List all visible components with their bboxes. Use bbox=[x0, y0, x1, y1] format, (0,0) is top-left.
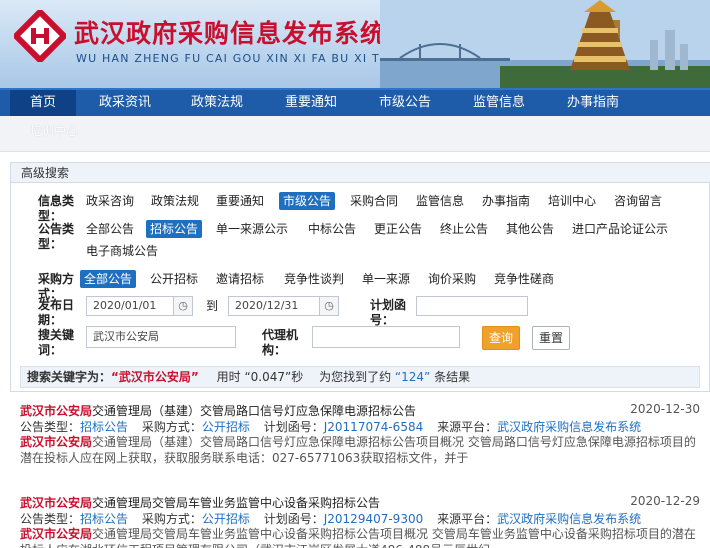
result-title-highlight: 武汉市公安局 bbox=[20, 496, 93, 510]
summary-time: 用时 “0.047”秒 bbox=[216, 370, 304, 384]
notice-type-label: 公告类型： bbox=[38, 222, 75, 251]
tower-skyline-icon bbox=[380, 0, 710, 88]
meta-label: 公告类型： bbox=[20, 420, 81, 434]
result-title[interactable]: 武汉市公安局交通管理局（基建）交管局路口信号灯应急保障电源招标公告 bbox=[20, 402, 620, 419]
result-plan-link[interactable]: J20129407-9300 bbox=[324, 512, 424, 526]
list-item: 武汉市公安局交通管理局交管局车管业务监管中心设备采购招标公告 2020-12-2… bbox=[20, 494, 700, 548]
info-type-option[interactable]: 政采咨询 bbox=[82, 192, 138, 210]
meta-label: 采购方式： bbox=[141, 512, 202, 526]
info-type-option-selected[interactable]: 市级公告 bbox=[279, 192, 336, 210]
panel-title: 高级搜索 bbox=[11, 163, 710, 183]
calendar-icon[interactable]: ◷ bbox=[319, 296, 339, 316]
nav-item-supervision[interactable]: 监管信息 bbox=[462, 90, 536, 116]
result-title-text: 交通管理局交管局车管业务监管中心设备采购招标公告 bbox=[92, 496, 381, 510]
result-title-highlight: 武汉市公安局 bbox=[20, 404, 93, 418]
result-desc-text: 交通管理局交管局车管业务监管中心设备采购招标公告项目概况 交管局车管业务监管中心… bbox=[20, 527, 696, 548]
calendar-icon[interactable]: ◷ bbox=[173, 296, 193, 316]
result-method-link[interactable]: 公开招标 bbox=[202, 420, 250, 434]
summary-prefix: 搜索关键字为： bbox=[27, 370, 112, 384]
nav-item-home[interactable]: 首页 bbox=[10, 90, 76, 116]
result-title[interactable]: 武汉市公安局交通管理局交管局车管业务监管中心设备采购招标公告 bbox=[20, 494, 620, 511]
site-subtitle: WU HAN ZHENG FU CAI GOU XIN XI FA BU XI … bbox=[76, 52, 409, 65]
info-type-option[interactable]: 咨询留言 bbox=[610, 192, 666, 210]
nav-item-guide[interactable]: 办事指南 bbox=[556, 90, 630, 116]
info-type-option[interactable]: 重要通知 bbox=[212, 192, 268, 210]
notice-type-option[interactable]: 进口产品论证公示 bbox=[568, 220, 672, 238]
site-title: 武汉政府采购信息发布系统 bbox=[74, 19, 387, 48]
notice-type-option[interactable]: 电子商城公告 bbox=[82, 242, 162, 260]
notice-type-option-selected[interactable]: 招标公告 bbox=[146, 220, 203, 238]
summary-count: “124” bbox=[394, 370, 431, 384]
result-source-link[interactable]: 武汉政府采购信息发布系统 bbox=[497, 512, 641, 526]
method-option[interactable]: 竞争性谈判 bbox=[280, 270, 348, 288]
result-description: 武汉市公安局交通管理局交管局车管业务监管中心设备采购招标公告项目概况 交管局车管… bbox=[20, 526, 700, 548]
result-type-link[interactable]: 招标公告 bbox=[80, 420, 128, 434]
result-meta: 公告类型：招标公告 采购方式：公开招标 计划函号：J20129407-9300 … bbox=[20, 510, 700, 527]
date-label: 发布日期： bbox=[38, 298, 75, 327]
method-option[interactable]: 竞争性磋商 bbox=[490, 270, 558, 288]
meta-label: 采购方式： bbox=[141, 420, 202, 434]
reset-button[interactable]: 重置 bbox=[532, 326, 570, 350]
summary-keyword: “武汉市公安局” bbox=[111, 370, 199, 384]
site-banner: 武汉政府采购信息发布系统 WU HAN ZHENG FU CAI GOU XIN… bbox=[0, 0, 710, 88]
info-type-label: 信息类型： bbox=[38, 194, 75, 223]
query-button[interactable]: 查询 bbox=[482, 326, 520, 350]
result-description: 武汉市公安局交通管理局（基建）交管局路口信号灯应急保障电源招标公告项目概况 交管… bbox=[20, 434, 700, 466]
result-title-text: 交通管理局（基建）交管局路口信号灯应急保障电源招标公告 bbox=[92, 404, 417, 418]
result-meta: 公告类型：招标公告 采购方式：公开招标 计划函号：J20117074-6584 … bbox=[20, 418, 700, 435]
sub-nav: 培训中心 bbox=[0, 116, 710, 152]
date-to-label: 到 bbox=[206, 299, 219, 313]
nav-item-policy[interactable]: 政策法规 bbox=[180, 90, 254, 116]
result-method-link[interactable]: 公开招标 bbox=[202, 512, 250, 526]
result-date: 2020-12-29 bbox=[630, 494, 700, 508]
meta-label: 公告类型： bbox=[20, 512, 81, 526]
main-nav: 首页 政采资讯 政策法规 重要通知 市级公告 监管信息 办事指南 bbox=[0, 88, 710, 116]
nav-item-news[interactable]: 政采资讯 bbox=[88, 90, 162, 116]
keyword-input[interactable]: 武汉市公安局 bbox=[86, 326, 236, 348]
info-type-option[interactable]: 采购合同 bbox=[346, 192, 402, 210]
result-date: 2020-12-30 bbox=[630, 402, 700, 416]
notice-type-option[interactable]: 全部公告 bbox=[82, 220, 138, 238]
notice-type-option[interactable]: 终止公告 bbox=[436, 220, 492, 238]
method-option[interactable]: 公开招标 bbox=[146, 270, 202, 288]
info-type-option[interactable]: 培训中心 bbox=[544, 192, 600, 210]
result-type-link[interactable]: 招标公告 bbox=[80, 512, 128, 526]
nav-item-notice[interactable]: 重要通知 bbox=[274, 90, 348, 116]
meta-label: 来源平台： bbox=[437, 512, 498, 526]
notice-type-option[interactable]: 其他公告 bbox=[502, 220, 558, 238]
info-type-option[interactable]: 办事指南 bbox=[478, 192, 534, 210]
nav-item-training[interactable]: 培训中心 bbox=[30, 122, 78, 139]
info-type-option[interactable]: 政策法规 bbox=[147, 192, 203, 210]
result-desc-highlight: 武汉市公安局 bbox=[20, 527, 93, 541]
notice-type-option[interactable]: 单一来源公示 bbox=[212, 220, 292, 238]
meta-label: 计划函号： bbox=[263, 512, 324, 526]
method-option[interactable]: 询价采购 bbox=[424, 270, 480, 288]
site-logo-icon bbox=[14, 10, 66, 62]
info-type-option[interactable]: 监管信息 bbox=[412, 192, 468, 210]
notice-type-option[interactable]: 更正公告 bbox=[370, 220, 426, 238]
plan-number-label: 计划函号： bbox=[370, 298, 407, 327]
result-desc-highlight: 武汉市公安局 bbox=[20, 435, 93, 449]
search-summary: 搜索关键字为：“武汉市公安局” 用时 “0.047”秒 为您找到了约 “124”… bbox=[20, 366, 700, 388]
result-plan-link[interactable]: J20117074-6584 bbox=[324, 420, 424, 434]
meta-label: 计划函号： bbox=[263, 420, 324, 434]
method-option[interactable]: 邀请招标 bbox=[212, 270, 268, 288]
notice-type-option[interactable]: 中标公告 bbox=[304, 220, 360, 238]
summary-count-prefix: 为您找到了约 bbox=[319, 370, 392, 384]
date-to-input[interactable]: 2020/12/31 bbox=[228, 296, 320, 316]
method-option[interactable]: 单一来源 bbox=[358, 270, 414, 288]
plan-number-input[interactable] bbox=[416, 296, 528, 316]
agency-label: 代理机构： bbox=[262, 328, 299, 357]
result-desc-text: 交通管理局（基建）交管局路口信号灯应急保障电源招标公告项目概况 交管局路口信号灯… bbox=[20, 435, 696, 465]
result-source-link[interactable]: 武汉政府采购信息发布系统 bbox=[497, 420, 641, 434]
agency-input[interactable] bbox=[312, 326, 460, 348]
method-option-selected[interactable]: 全部公告 bbox=[80, 270, 137, 288]
summary-count-suffix: 条结果 bbox=[434, 370, 471, 384]
keyword-label: 搜关键词： bbox=[38, 328, 75, 357]
nav-item-city-notice[interactable]: 市级公告 bbox=[368, 90, 442, 116]
list-item: 武汉市公安局交通管理局（基建）交管局路口信号灯应急保障电源招标公告 2020-1… bbox=[20, 402, 700, 472]
meta-label: 来源平台： bbox=[437, 420, 498, 434]
date-from-input[interactable]: 2020/01/01 bbox=[86, 296, 174, 316]
